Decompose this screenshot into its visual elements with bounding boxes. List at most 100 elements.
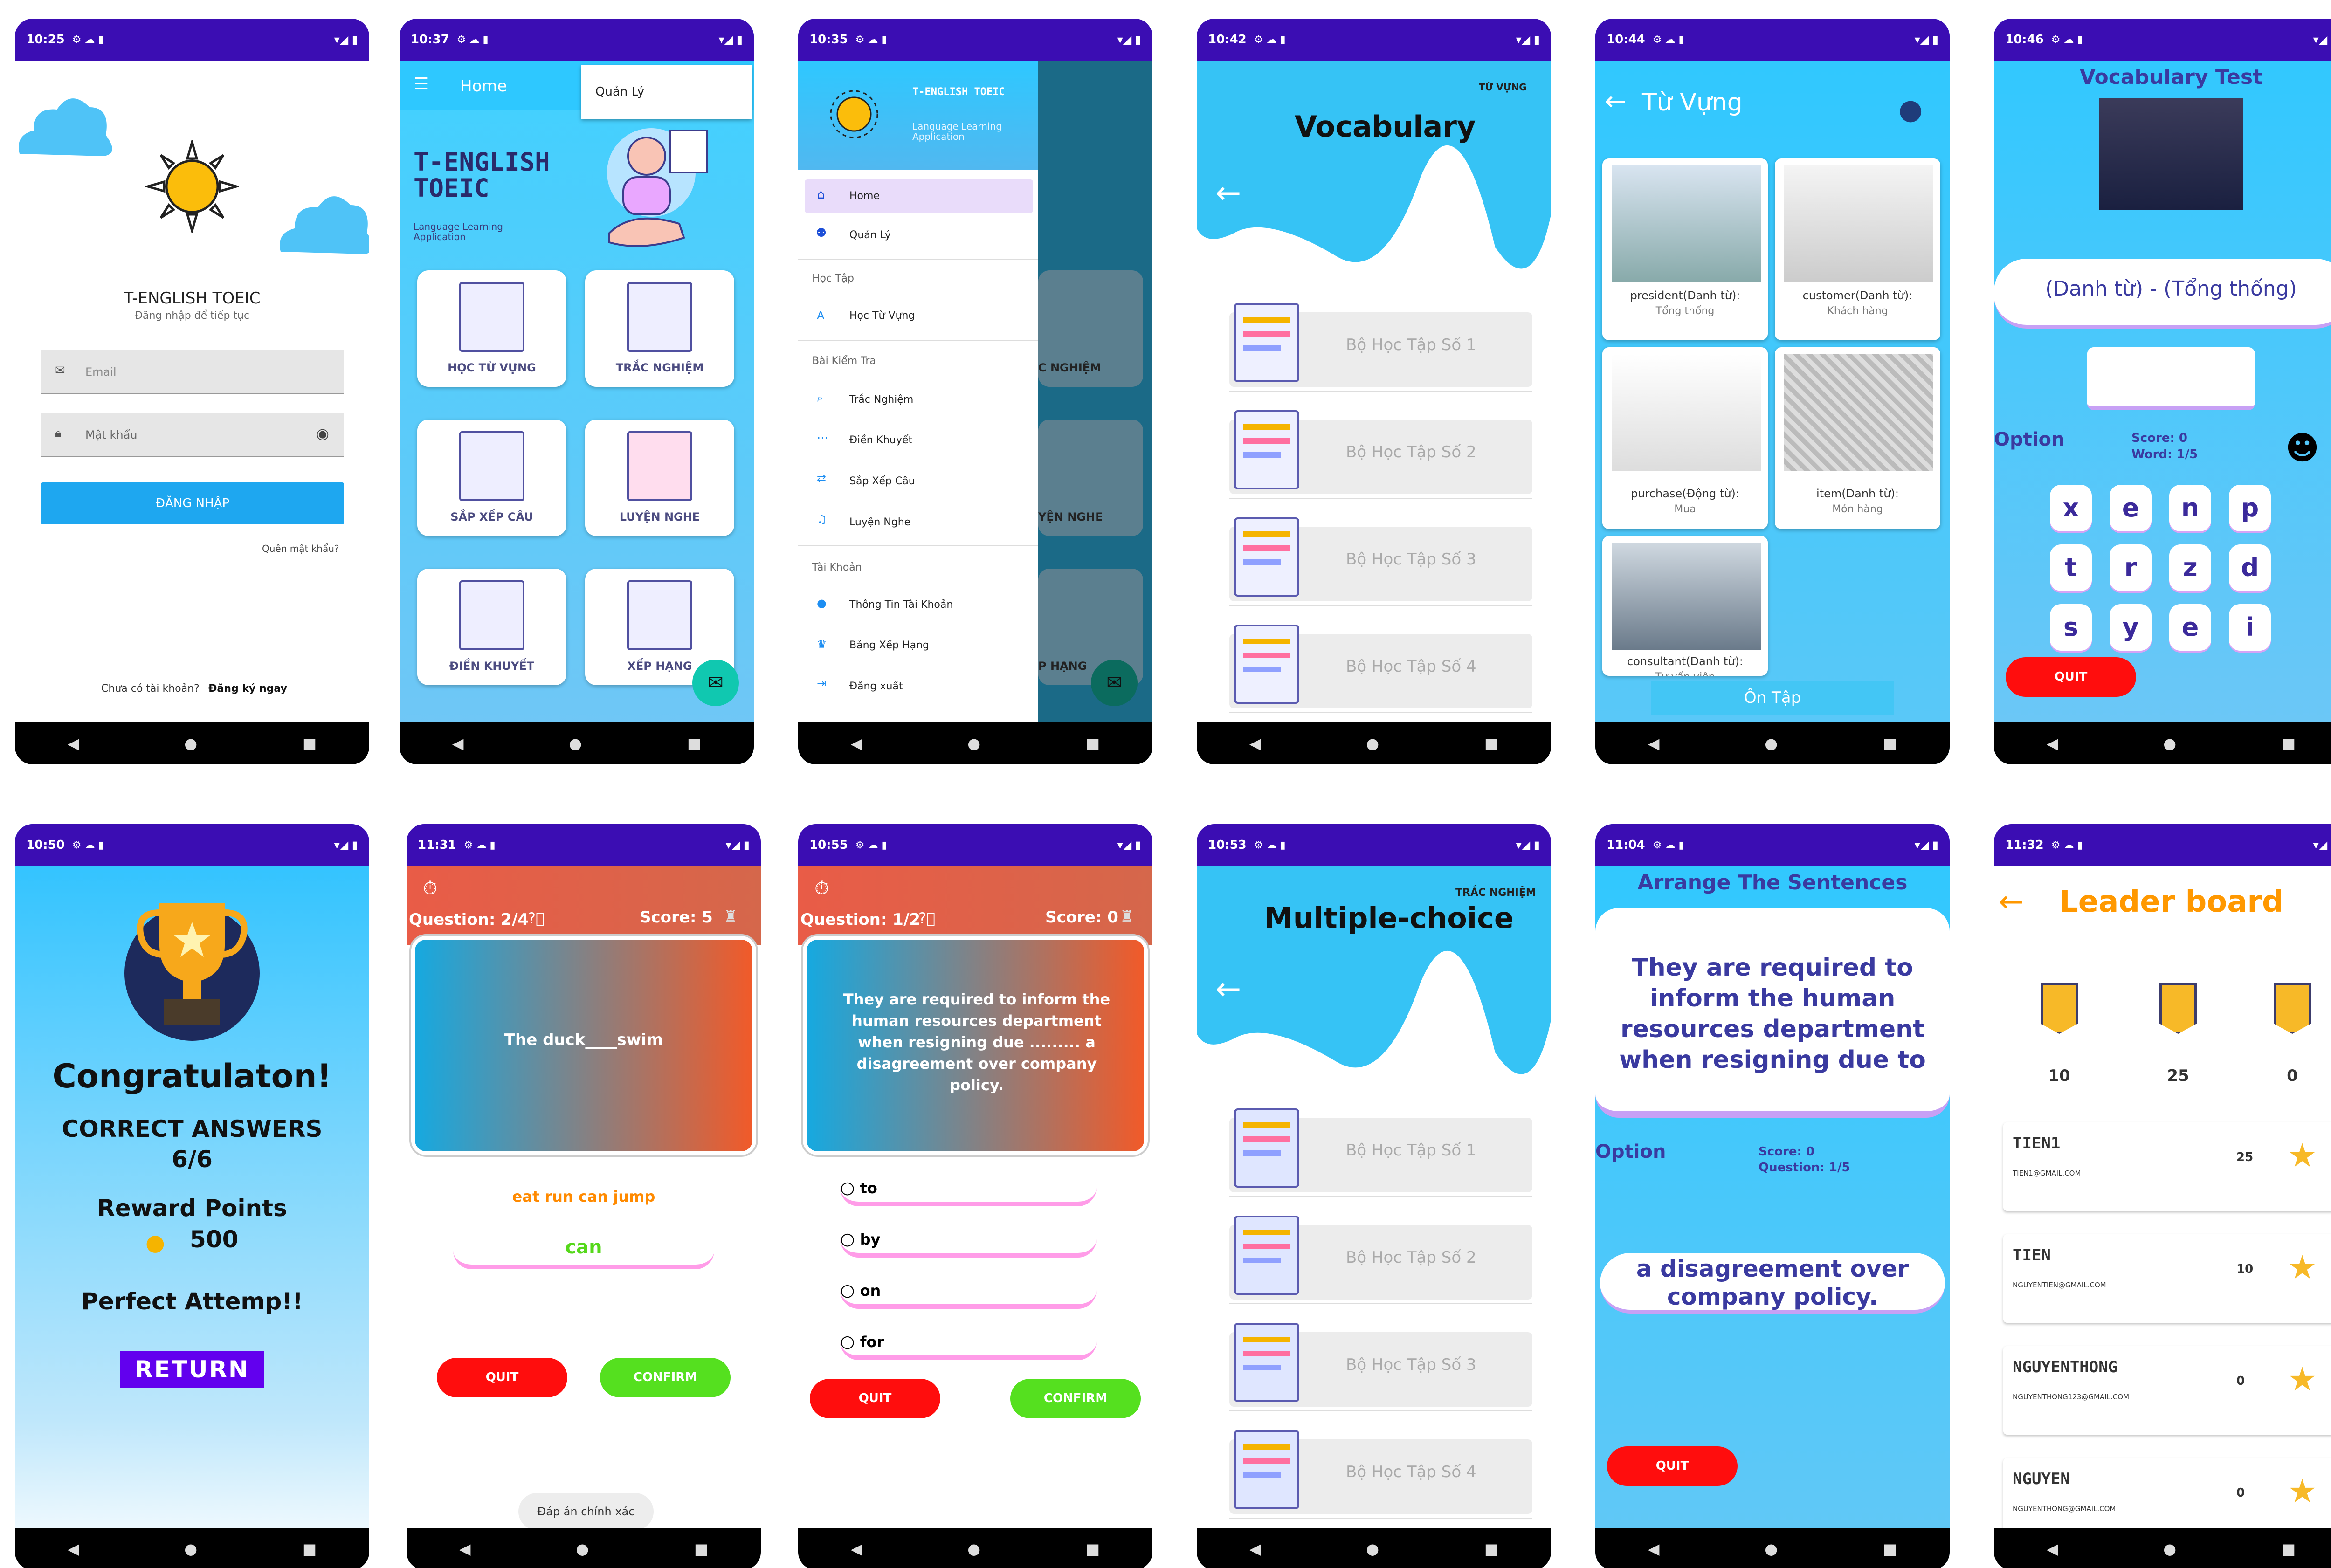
- recents-nav-icon[interactable]: ■: [1086, 735, 1100, 752]
- radio-icon[interactable]: ○: [840, 1332, 855, 1351]
- user-icon[interactable]: ●: [1898, 93, 1923, 126]
- recents-nav-icon[interactable]: ■: [303, 1540, 317, 1558]
- word-card[interactable]: consultant(Danh từ): Tư vấn viên: [1602, 536, 1768, 676]
- drawer-item-home-selected[interactable]: [805, 179, 1033, 213]
- recents-nav-icon[interactable]: ■: [1484, 1540, 1498, 1558]
- option-to[interactable]: ○ to: [840, 1178, 1097, 1206]
- option-on[interactable]: ○ on: [840, 1281, 1097, 1309]
- recents-nav-icon[interactable]: ■: [303, 735, 317, 752]
- back-nav-icon[interactable]: ◀: [851, 1540, 862, 1558]
- email-field[interactable]: ✉ Email: [41, 350, 344, 394]
- home-nav-icon[interactable]: ●: [576, 1540, 589, 1558]
- leaderboard-row[interactable]: NGUYENTHONG NGUYENTHONG123@GMAIL.COM 0 ★: [2003, 1346, 2331, 1435]
- answer-field[interactable]: can: [453, 1237, 714, 1269]
- home-nav-icon[interactable]: ●: [1366, 1540, 1379, 1558]
- radio-icon[interactable]: ○: [840, 1281, 855, 1300]
- home-nav-icon[interactable]: ●: [1765, 735, 1778, 752]
- back-nav-icon[interactable]: ◀: [2047, 735, 2058, 752]
- back-arrow-icon[interactable]: ←: [1605, 86, 1627, 117]
- set-row[interactable]: Bộ Học Tập Số 3: [1215, 513, 1537, 606]
- recents-nav-icon[interactable]: ■: [2282, 1540, 2296, 1558]
- letter-key[interactable]: x: [2050, 485, 2092, 531]
- tile-listening[interactable]: LUYỆN NGHE: [585, 420, 734, 536]
- back-nav-icon[interactable]: ◀: [851, 735, 862, 752]
- set-row[interactable]: Bộ Học Tập Số 4: [1215, 620, 1537, 713]
- review-button[interactable]: Ôn Tập: [1651, 681, 1894, 715]
- word-card[interactable]: customer(Danh từ): Khách hàng: [1775, 158, 1940, 340]
- home-nav-icon[interactable]: ●: [569, 735, 582, 752]
- back-arrow-icon[interactable]: ←: [1215, 175, 1241, 211]
- home-nav-icon[interactable]: ●: [967, 1540, 980, 1558]
- quit-button[interactable]: QUIT: [437, 1358, 567, 1397]
- recents-nav-icon[interactable]: ■: [1484, 735, 1498, 752]
- home-nav-icon[interactable]: ●: [2163, 735, 2176, 752]
- recents-nav-icon[interactable]: ■: [1883, 735, 1897, 752]
- back-nav-icon[interactable]: ◀: [1648, 1540, 1660, 1558]
- recents-nav-icon[interactable]: ■: [687, 735, 701, 752]
- recents-nav-icon[interactable]: ■: [2282, 735, 2296, 752]
- home-nav-icon[interactable]: ●: [1765, 1540, 1778, 1558]
- drawer-item-quiz[interactable]: Trắc Nghiệm: [849, 394, 913, 406]
- letter-key[interactable]: p: [2229, 485, 2271, 531]
- drawer-item-account-info[interactable]: Thông Tin Tài Khoản: [849, 599, 953, 611]
- login-button[interactable]: ĐĂNG NHẬP: [41, 482, 344, 524]
- set-row[interactable]: Bộ Học Tập Số 1: [1215, 1104, 1537, 1197]
- drawer-item-home[interactable]: Home: [849, 190, 880, 202]
- back-arrow-icon[interactable]: ←: [1215, 971, 1241, 1007]
- back-nav-icon[interactable]: ◀: [1249, 735, 1261, 752]
- back-nav-icon[interactable]: ◀: [2047, 1540, 2058, 1558]
- back-nav-icon[interactable]: ◀: [68, 735, 79, 752]
- recents-nav-icon[interactable]: ■: [1086, 1540, 1100, 1558]
- password-field[interactable]: 🔒︎ Mật khẩu ◉: [41, 413, 344, 457]
- letter-key[interactable]: z: [2169, 544, 2211, 591]
- home-nav-icon[interactable]: ●: [184, 1540, 197, 1558]
- letter-key[interactable]: n: [2169, 485, 2211, 531]
- register-link[interactable]: Đăng ký ngay: [208, 683, 287, 695]
- drawer-item-arrange[interactable]: Sắp Xếp Câu: [849, 475, 915, 487]
- recents-nav-icon[interactable]: ■: [694, 1540, 708, 1558]
- tile-arrange[interactable]: SẮP XẾP CÂU: [417, 420, 566, 536]
- sentence-chunk[interactable]: a disagreement over company policy.: [1600, 1253, 1945, 1314]
- letter-key[interactable]: r: [2110, 544, 2152, 591]
- drawer-item-ranking[interactable]: Bảng Xếp Hạng: [849, 640, 929, 651]
- help-icon[interactable]: ?⃝: [918, 909, 935, 927]
- back-nav-icon[interactable]: ◀: [68, 1540, 79, 1558]
- word-card[interactable]: president(Danh từ): Tổng thống: [1602, 158, 1768, 340]
- confirm-button[interactable]: CONFIRM: [600, 1358, 731, 1397]
- letter-key[interactable]: y: [2110, 604, 2152, 651]
- letter-key[interactable]: e: [2169, 604, 2211, 651]
- message-fab-button[interactable]: ✉: [692, 660, 739, 706]
- forgot-password-link[interactable]: Quên mật khẩu?: [262, 543, 339, 554]
- leaderboard-row[interactable]: TIEN1 TIEN1@GMAIL.COM 25 ★: [2003, 1122, 2331, 1211]
- home-nav-icon[interactable]: ●: [1366, 735, 1379, 752]
- letter-key[interactable]: e: [2110, 485, 2152, 531]
- help-icon[interactable]: ?⃝: [528, 909, 545, 927]
- quit-button[interactable]: QUIT: [2006, 657, 2136, 697]
- tile-fill-blank[interactable]: ĐIỀN KHUYẾT: [417, 569, 566, 685]
- letter-key[interactable]: t: [2050, 544, 2092, 591]
- back-nav-icon[interactable]: ◀: [452, 735, 464, 752]
- radio-icon[interactable]: ○: [840, 1178, 855, 1197]
- letter-key[interactable]: d: [2229, 544, 2271, 591]
- option-for[interactable]: ○ for: [840, 1332, 1097, 1360]
- drawer-item-listen[interactable]: Luyện Nghe: [849, 516, 910, 528]
- return-button[interactable]: RETURN: [120, 1351, 264, 1388]
- answer-input[interactable]: [2087, 347, 2255, 410]
- back-arrow-icon[interactable]: ←: [1999, 885, 2024, 919]
- drawer-item-logout[interactable]: Đăng xuất: [849, 681, 903, 692]
- drawer-item-fill[interactable]: Điền Khuyết: [849, 434, 912, 446]
- tile-quiz[interactable]: TRẮC NGHIỆM: [585, 270, 734, 387]
- message-fab-button[interactable]: ✉: [1091, 660, 1138, 706]
- back-nav-icon[interactable]: ◀: [459, 1540, 471, 1558]
- letter-key[interactable]: s: [2050, 604, 2092, 651]
- letter-key[interactable]: i: [2229, 604, 2271, 651]
- leaderboard-row[interactable]: TIEN NGUYENTIEN@GMAIL.COM 10 ★: [2003, 1234, 2331, 1323]
- eye-icon[interactable]: ◉: [316, 425, 329, 442]
- back-nav-icon[interactable]: ◀: [1249, 1540, 1261, 1558]
- set-row[interactable]: Bộ Học Tập Số 1: [1215, 298, 1537, 392]
- quit-button[interactable]: QUIT: [1607, 1446, 1738, 1486]
- home-nav-icon[interactable]: ●: [967, 735, 980, 752]
- radio-icon[interactable]: ○: [840, 1230, 855, 1249]
- recents-nav-icon[interactable]: ■: [1883, 1540, 1897, 1558]
- word-card[interactable]: purchase(Động từ): Mua: [1602, 347, 1768, 529]
